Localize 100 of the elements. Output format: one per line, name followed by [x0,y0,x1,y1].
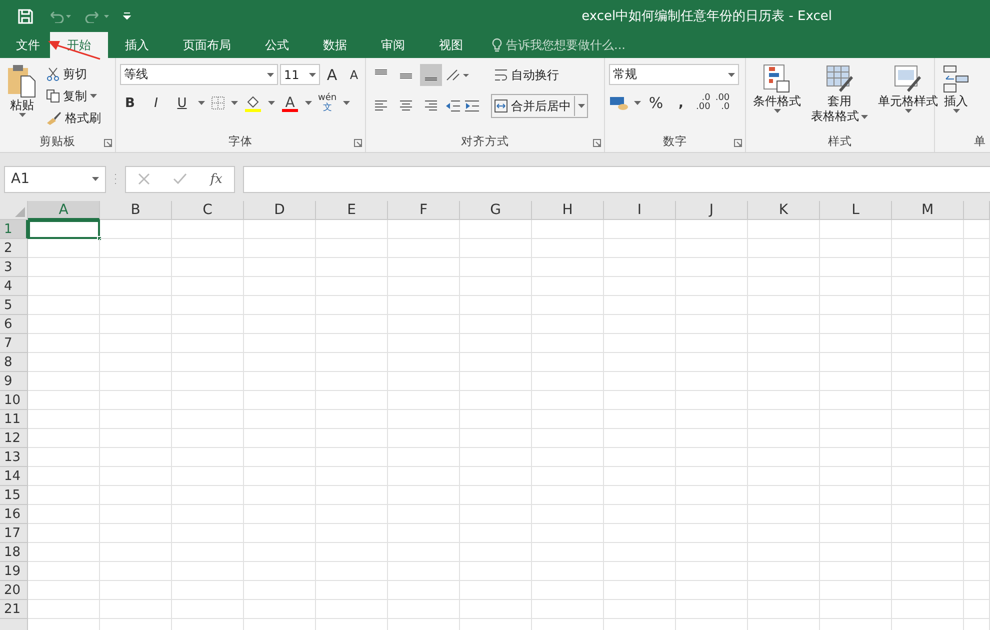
row-header[interactable]: 6 [0,315,28,334]
row-header[interactable]: 13 [0,448,28,467]
copy-button[interactable]: 复制 [44,86,103,106]
ribbon-tab[interactable]: 公式 [248,32,306,58]
active-cell[interactable] [28,220,100,239]
row-header[interactable]: 1 [0,220,28,239]
tell-me-search-field[interactable]: 告诉我您想要做什么... [506,36,626,54]
insert-cells-button[interactable]: 插入 [939,64,973,132]
grid-cell [748,258,820,277]
currency-format-icon[interactable] [609,95,629,111]
ribbon-tab[interactable]: 开始 [50,32,108,58]
grid-cell [748,372,820,391]
row-header[interactable]: 9 [0,372,28,391]
borders-icon[interactable] [211,96,225,110]
phonetic-guide-button[interactable]: wén 文 [318,93,337,113]
column-header[interactable]: I [604,201,676,220]
row-header[interactable]: 11 [0,410,28,429]
number-format-field[interactable]: 常规 [609,64,739,85]
row-header[interactable]: 7 [0,334,28,353]
row-header[interactable]: 4 [0,277,28,296]
dialog-launcher-icon[interactable] [734,139,742,147]
increase-decimal-button[interactable]: .0 .00 [696,94,710,112]
ribbon-tab[interactable]: 审阅 [364,32,422,58]
conditional-formatting-button[interactable]: 条件格式 [750,64,804,132]
ribbon-tab[interactable]: 视图 [422,32,480,58]
wrap-text-button[interactable]: 自动换行 [492,65,561,85]
decrease-indent-icon[interactable] [445,99,461,113]
fill-color-icon[interactable] [244,94,262,112]
column-header[interactable]: M [892,201,964,220]
grow-font-button[interactable]: A [322,64,342,84]
enter-check-icon[interactable] [172,173,187,185]
grid-cell [892,258,964,277]
fill-handle[interactable] [97,236,102,241]
decrease-decimal-button[interactable]: .00 .0 [715,94,730,112]
column-header[interactable]: F [388,201,460,220]
ribbon-tab[interactable]: 数据 [306,32,364,58]
column-header[interactable]: L [820,201,892,220]
comma-style-button[interactable]: , [671,93,691,113]
format-as-table-button[interactable]: 套用 表格格式 [808,64,871,132]
column-header[interactable]: G [460,201,532,220]
shrink-font-button[interactable]: A [344,64,364,84]
grid-cell [676,505,748,524]
row-header[interactable]: 19 [0,562,28,581]
italic-button[interactable]: I [146,93,166,113]
ribbon-tab[interactable]: 插入 [108,32,166,58]
dialog-launcher-icon[interactable] [354,139,362,147]
column-header[interactable]: H [532,201,604,220]
grid-cell [532,296,604,315]
column-header[interactable]: E [316,201,388,220]
row-header[interactable]: 12 [0,429,28,448]
row-header[interactable]: 16 [0,505,28,524]
font-name-field[interactable]: 等线 [120,64,278,85]
row-header[interactable]: 20 [0,581,28,600]
redo-icon[interactable] [85,9,109,23]
customize-toolbar-icon[interactable] [123,12,131,20]
row-header[interactable]: 3 [0,258,28,277]
paste-button[interactable]: 粘贴 [4,64,40,132]
formula-input-field[interactable] [243,166,990,192]
percent-style-button[interactable]: % [646,93,666,113]
dialog-launcher-icon[interactable] [593,139,601,147]
cell-styles-button[interactable]: 单元格样式 [875,64,941,132]
column-header[interactable]: B [100,201,172,220]
row-header[interactable]: 10 [0,391,28,410]
row-header[interactable]: 21 [0,600,28,619]
cut-button[interactable]: 剪切 [44,64,103,84]
grid-cell [244,315,316,334]
name-box-field[interactable]: A1 [4,166,106,192]
column-header[interactable]: K [748,201,820,220]
conditional-formatting-icon [762,64,792,94]
row-header[interactable]: 17 [0,524,28,543]
increase-indent-icon[interactable] [464,99,480,113]
column-header[interactable]: D [244,201,316,220]
dialog-launcher-icon[interactable] [104,139,112,147]
column-header[interactable]: C [172,201,244,220]
grid-cell [532,353,604,372]
grid-cell [388,391,460,410]
ribbon-tab[interactable]: 页面布局 [166,32,248,58]
font-size-field[interactable]: 11 [280,64,320,85]
bold-button[interactable]: B [120,93,140,113]
insert-function-button[interactable]: fx [210,172,222,186]
grid-cell [28,581,100,600]
row-header[interactable]: 5 [0,296,28,315]
grid-cell [28,600,100,619]
text-orientation-icon[interactable] [445,68,471,82]
row-header[interactable]: 15 [0,486,28,505]
save-icon[interactable] [18,8,33,24]
vertical-align-icon[interactable] [420,64,442,86]
row-header[interactable]: 14 [0,467,28,486]
row-header[interactable]: 8 [0,353,28,372]
row-header[interactable]: 2 [0,239,28,258]
merge-center-button[interactable]: 合并后居中 [491,94,588,118]
underline-button[interactable]: U [172,93,192,113]
file-menu-tab[interactable]: 文件 [6,32,50,58]
grid-cell [892,315,964,334]
column-header[interactable]: A [28,201,100,220]
column-header[interactable]: J [676,201,748,220]
format-painter-button[interactable]: 格式刷 [44,108,103,128]
grid-cell [388,448,460,467]
row-header[interactable]: 18 [0,543,28,562]
grid-cell [820,315,892,334]
